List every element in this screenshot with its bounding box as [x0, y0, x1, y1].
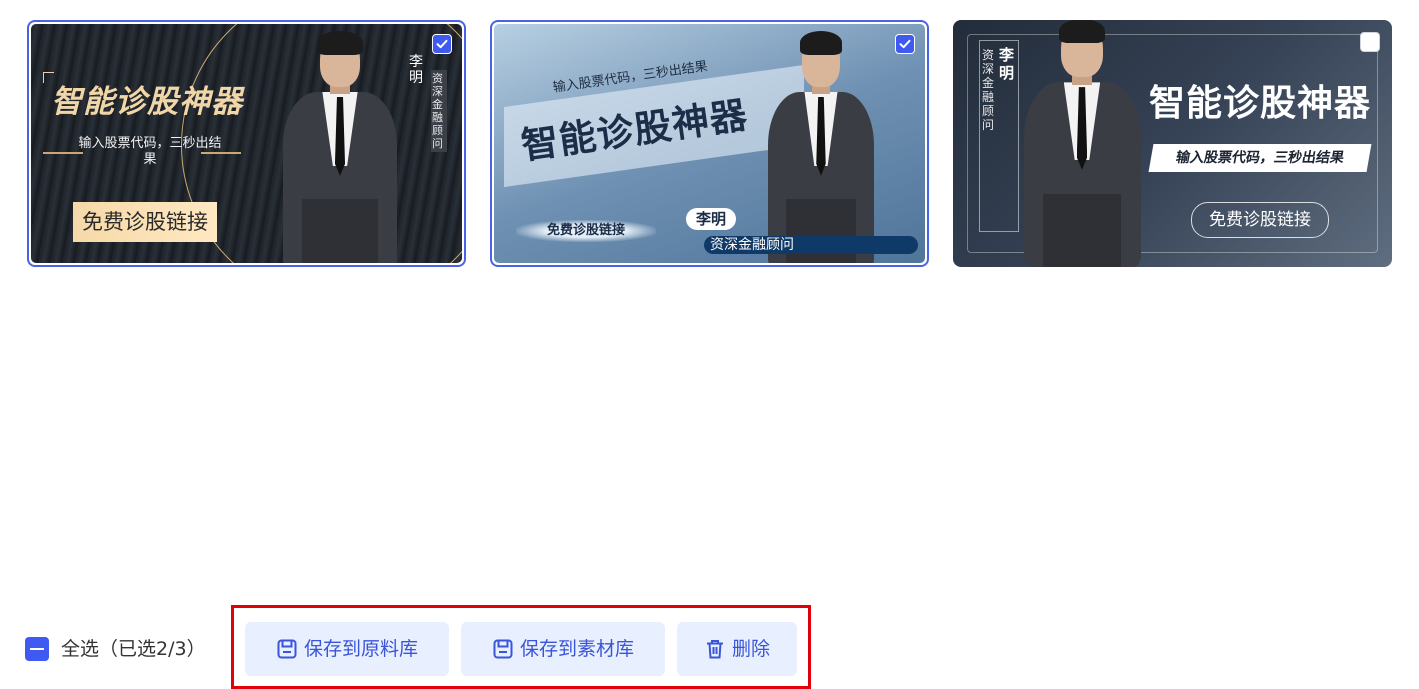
trash-icon	[706, 640, 723, 659]
select-all-label[interactable]: 全选（已选2/3）	[61, 636, 206, 662]
image-card-1[interactable]: 智能诊股神器 输入股票代码，三秒出结果 免费诊股链接 李明 资深金融顾问	[27, 20, 466, 267]
card-subtitle: 输入股票代码，三秒出结果	[1148, 144, 1372, 172]
card-subtitle: 输入股票代码，三秒出结果	[78, 136, 222, 167]
person-photo	[762, 31, 880, 263]
check-icon	[436, 39, 448, 49]
card-person-name: 李明	[999, 46, 1015, 82]
person-photo	[1017, 20, 1147, 267]
image-card-3[interactable]: 资深金融顾问 李明 智能诊股神器 输入股票代码，三秒出结果 免费诊股链接	[953, 20, 1392, 267]
card-person-name: 李明	[686, 208, 737, 230]
delete-label: 删除	[731, 638, 770, 660]
card-checkbox-1[interactable]	[432, 34, 452, 54]
save-icon	[277, 639, 297, 659]
minus-icon	[30, 648, 44, 650]
card-cta-label: 免费诊股链接	[516, 220, 656, 242]
card-person-role: 资深金融顾问	[431, 70, 447, 152]
save-to-material-library-label: 保存到素材库	[519, 638, 634, 660]
check-icon	[899, 39, 911, 49]
card-checkbox-2[interactable]	[895, 34, 915, 54]
delete-button[interactable]: 删除	[677, 622, 797, 676]
save-to-raw-library-label: 保存到原料库	[303, 638, 418, 660]
card-image-3: 资深金融顾问 李明 智能诊股神器 输入股票代码，三秒出结果 免费诊股链接	[953, 20, 1392, 267]
card-cta-label: 免费诊股链接	[73, 202, 217, 242]
card-person-role: 资深金融顾问	[704, 236, 918, 254]
person-photo	[277, 31, 403, 263]
card-title: 智能诊股神器	[1149, 83, 1372, 124]
card-checkbox-3[interactable]	[1360, 32, 1380, 52]
card-title: 智能诊股神器	[51, 84, 243, 120]
save-to-raw-library-button[interactable]: 保存到原料库	[245, 622, 449, 676]
save-icon	[493, 639, 513, 659]
image-card-2[interactable]: 输入股票代码，三秒出结果 智能诊股神器 免费诊股链接 李明 资深金融顾问	[490, 20, 929, 267]
card-image-1: 智能诊股神器 输入股票代码，三秒出结果 免费诊股链接 李明 资深金融顾问	[31, 24, 462, 263]
card-person-name: 李明	[409, 54, 423, 86]
card-person-role: 资深金融顾问	[982, 48, 995, 132]
card-image-2: 输入股票代码，三秒出结果 智能诊股神器 免费诊股链接 李明 资深金融顾问	[494, 24, 925, 263]
save-to-material-library-button[interactable]: 保存到素材库	[461, 622, 665, 676]
select-all-checkbox[interactable]	[25, 637, 49, 661]
card-cta-label: 免费诊股链接	[1191, 202, 1329, 238]
